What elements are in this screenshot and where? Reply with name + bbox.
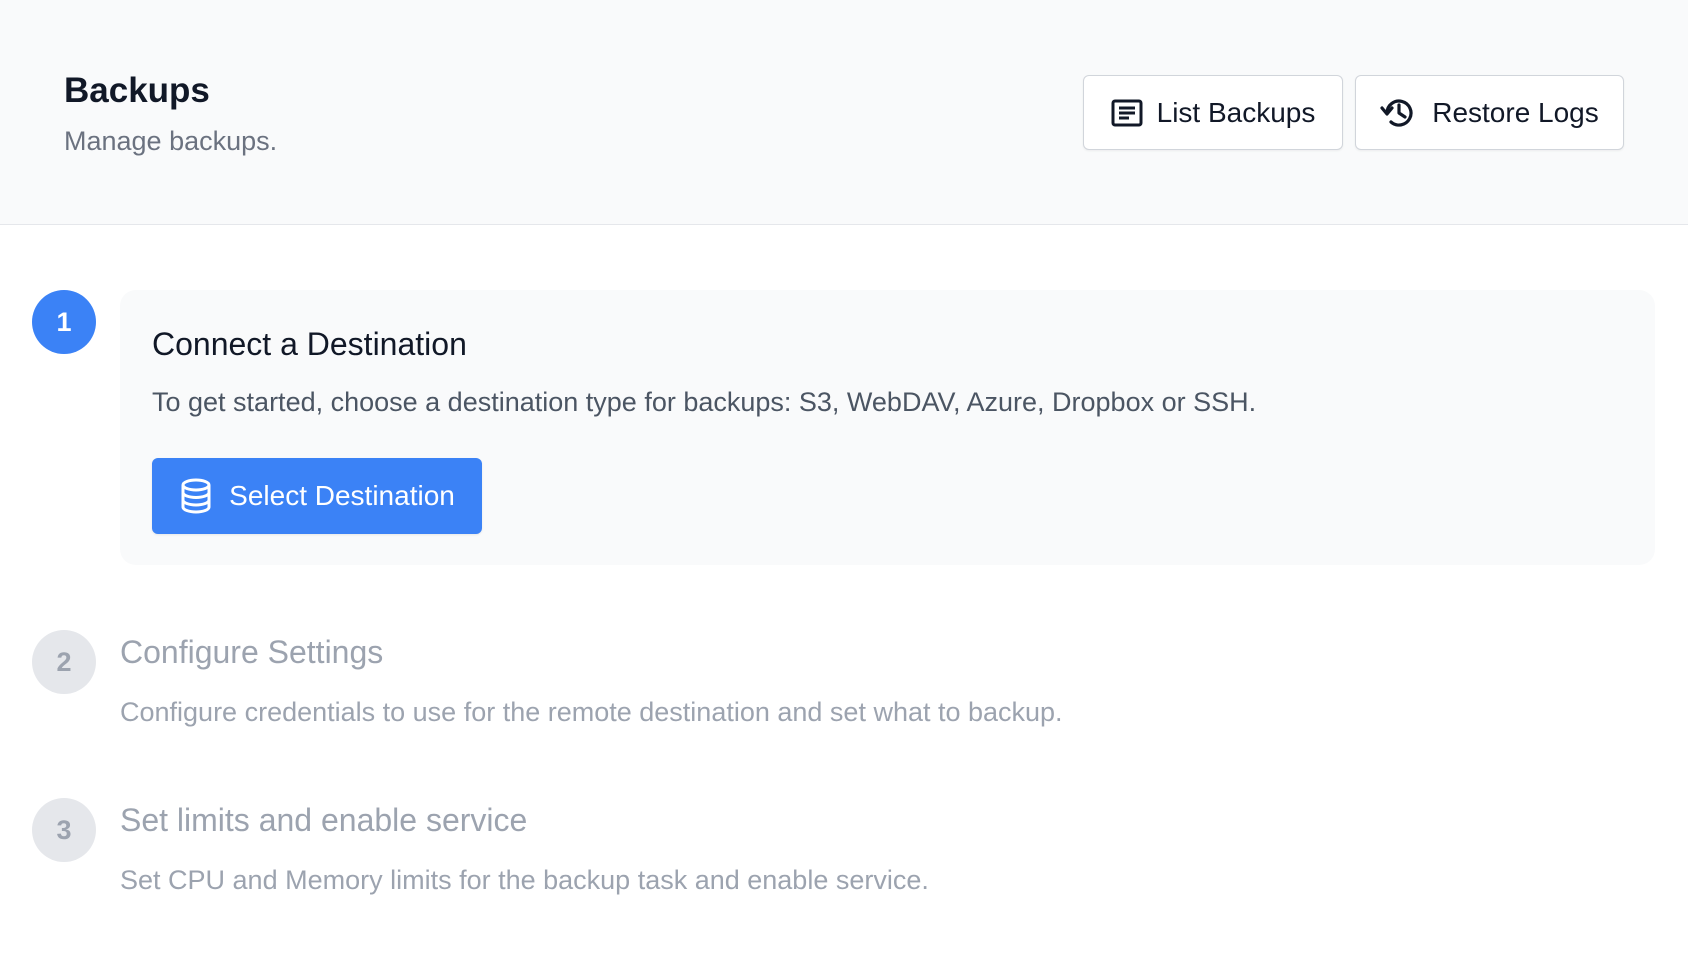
step-3-title: Set limits and enable service xyxy=(120,802,528,838)
step-3-number: 3 xyxy=(32,798,96,862)
page-header: Backups Manage backups. List Backups Res… xyxy=(0,0,1688,225)
restore-logs-label: Restore Logs xyxy=(1432,96,1599,128)
list-document-icon xyxy=(1111,99,1143,127)
page-subtitle: Manage backups. xyxy=(64,126,278,156)
list-backups-label: List Backups xyxy=(1156,96,1316,128)
history-icon xyxy=(1380,94,1418,132)
step-1-number: 1 xyxy=(32,290,96,354)
step-1-title: Connect a Destination xyxy=(152,326,467,362)
step-2-description: Configure credentials to use for the rem… xyxy=(120,697,1063,727)
step-1-description: To get started, choose a destination typ… xyxy=(152,387,1257,417)
select-destination-label: Select Destination xyxy=(229,480,455,511)
database-icon xyxy=(179,478,213,514)
step-2-number: 2 xyxy=(32,630,96,694)
step-2-title: Configure Settings xyxy=(120,634,384,670)
page-title: Backups xyxy=(64,71,210,110)
restore-logs-button[interactable]: Restore Logs xyxy=(1355,75,1624,150)
select-destination-button[interactable]: Select Destination xyxy=(152,458,482,534)
step-3-description: Set CPU and Memory limits for the backup… xyxy=(120,865,929,895)
list-backups-button[interactable]: List Backups xyxy=(1083,75,1343,150)
